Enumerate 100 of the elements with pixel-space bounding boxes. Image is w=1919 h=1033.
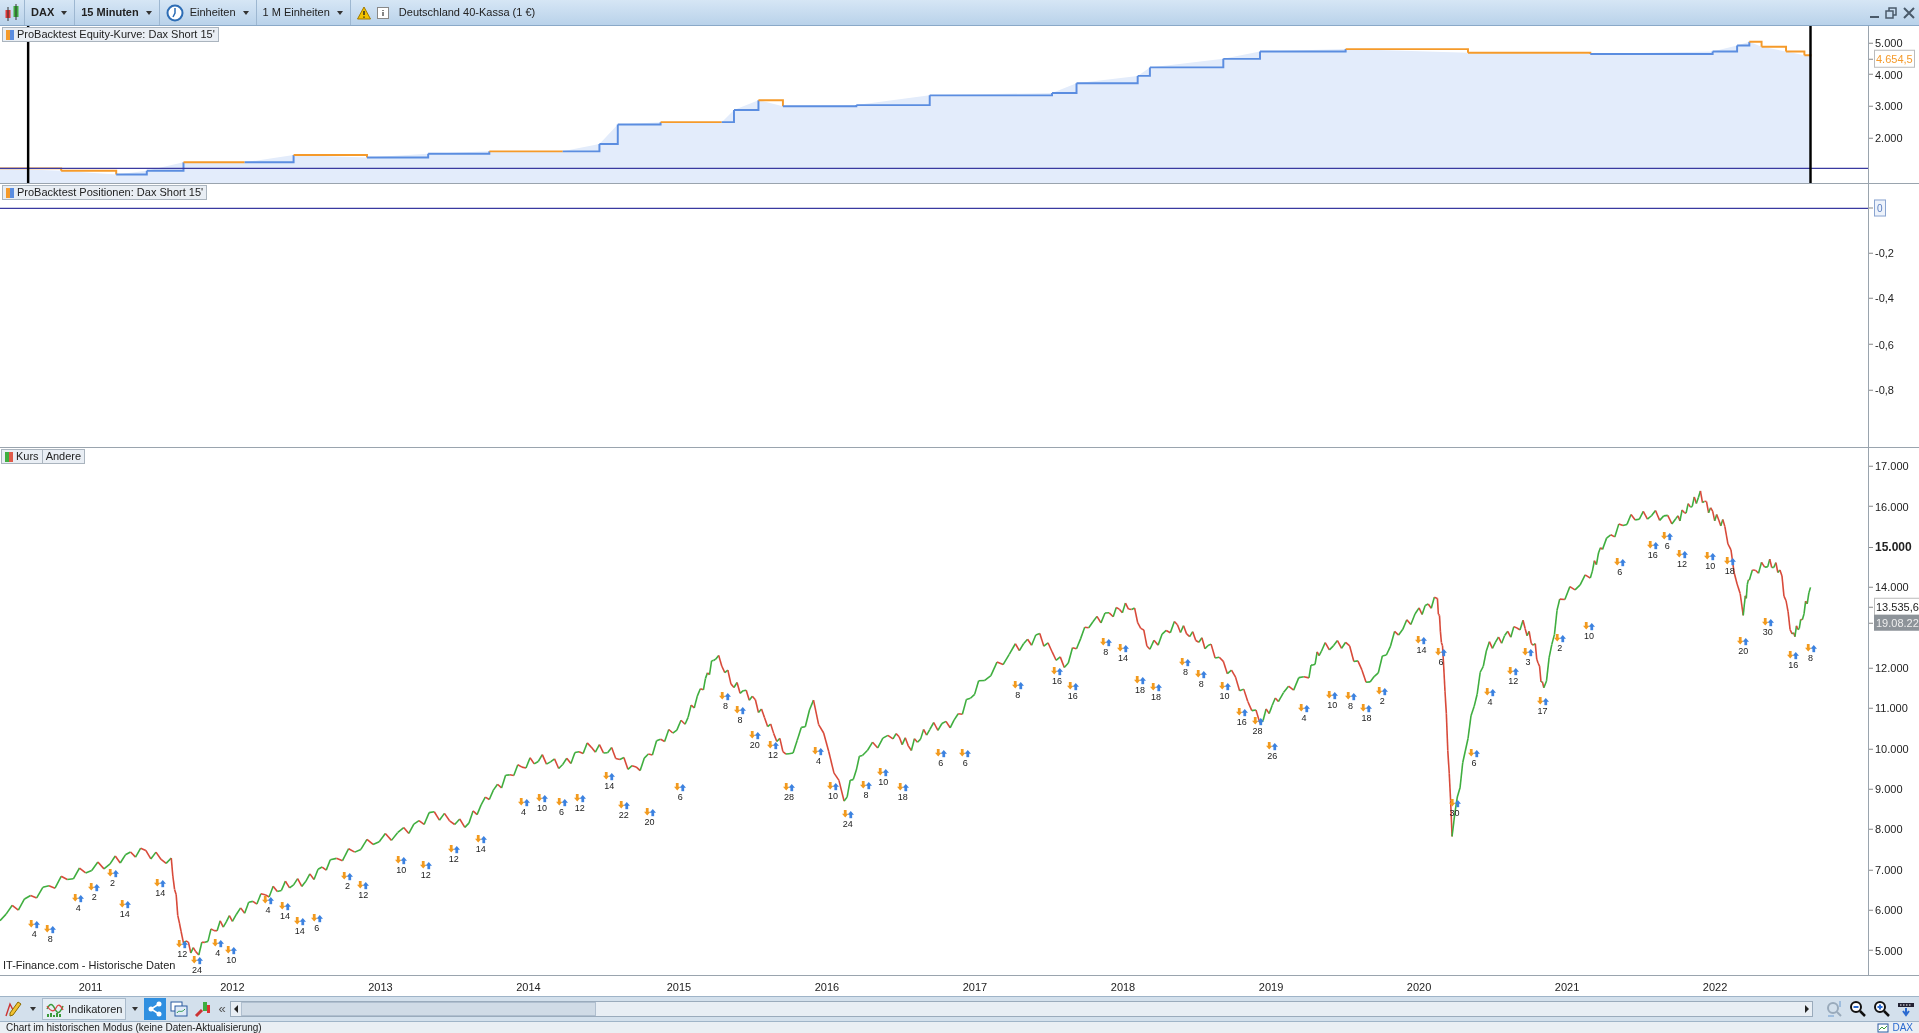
trade-arrows-icon xyxy=(573,794,586,804)
trade-arrows-icon xyxy=(896,783,909,793)
scroll-right-icon[interactable] xyxy=(1802,1003,1812,1015)
trade-count: 6 xyxy=(1438,656,1444,667)
year-label: 2013 xyxy=(368,980,393,995)
windows-button[interactable] xyxy=(168,998,191,1020)
trade-arrows-icon xyxy=(1344,691,1357,701)
legend-tab[interactable]: Andere xyxy=(41,449,86,464)
trade-arrows-icon xyxy=(1661,531,1674,541)
legend-swatch-icon xyxy=(6,29,14,40)
trade-count: 4 xyxy=(1487,696,1493,707)
trade-count: 6 xyxy=(962,757,968,768)
trade-arrows-icon xyxy=(1298,703,1311,713)
trade-count: 24 xyxy=(842,819,853,830)
trade-count: 6 xyxy=(1664,540,1670,551)
trade-arrows-icon xyxy=(841,810,854,820)
caret-icon xyxy=(335,8,344,17)
trade-arrows-icon xyxy=(1066,681,1079,691)
year-label: 2019 xyxy=(1258,980,1284,995)
trade-count: 8 xyxy=(1182,666,1188,677)
trade-arrows-icon xyxy=(395,855,408,865)
axis-label: 5.000 xyxy=(1875,943,1903,959)
trade-count: 10 xyxy=(828,790,839,801)
value-badge: 0 xyxy=(1874,199,1886,217)
trade-arrows-icon xyxy=(1218,681,1231,691)
axis-label: 17.000 xyxy=(1875,459,1909,475)
trade-arrows-icon xyxy=(154,878,167,888)
restore-icon[interactable] xyxy=(1885,6,1897,19)
trade-count: 14 xyxy=(294,925,305,936)
trade-count: 10 xyxy=(536,803,547,814)
trade-arrows-icon xyxy=(1676,549,1689,559)
axis-label: 15.000 xyxy=(1875,539,1912,557)
toolbar-dropdown[interactable]: DAX xyxy=(24,0,75,25)
toolbar-dropdown[interactable]: Einheiten xyxy=(158,0,256,25)
trade-arrows-icon xyxy=(1737,636,1750,646)
axis-label: 4.000 xyxy=(1875,67,1903,83)
trade-count: 22 xyxy=(618,809,629,820)
indicators-button[interactable]: Indikatoren xyxy=(42,998,127,1020)
symbol-link[interactable]: DAX xyxy=(1892,1022,1913,1033)
trade-arrows-icon xyxy=(357,881,370,890)
panel-title: ProBacktest Positionen: Dax Short 15' xyxy=(2,185,208,200)
caret-icon xyxy=(131,1005,140,1013)
trade-count: 10 xyxy=(878,776,889,787)
trade-count: 6 xyxy=(314,923,320,933)
warning-icon[interactable] xyxy=(356,5,371,20)
toolbar-dropdown[interactable]: 15 Minuten xyxy=(74,0,159,25)
trade-arrows-icon xyxy=(719,691,732,701)
axis-label: 5.000 xyxy=(1875,35,1903,51)
legend-swatch-icon xyxy=(5,451,13,462)
trade-count: 4 xyxy=(75,902,81,913)
toolbar-dropdown[interactable]: 1 M Einheiten xyxy=(255,0,350,25)
trade-count: 18 xyxy=(897,792,908,803)
close-icon[interactable] xyxy=(1903,6,1915,19)
trade-count: 3 xyxy=(1525,656,1531,667)
trade-count: 12 xyxy=(1677,558,1688,569)
trade-count: 8 xyxy=(1103,646,1109,657)
trade-arrows-icon xyxy=(190,955,203,965)
trade-count: 6 xyxy=(559,806,564,817)
trade-arrows-icon xyxy=(1704,552,1717,562)
trade-count: 17 xyxy=(1537,705,1548,716)
trade-count: 8 xyxy=(1348,700,1354,711)
trade-arrows-icon xyxy=(1235,707,1248,717)
axis-label: 8.000 xyxy=(1875,822,1903,838)
trade-count: 10 xyxy=(1327,699,1338,710)
trade-arrows-icon xyxy=(419,860,432,870)
trade-arrows-icon xyxy=(225,945,238,955)
info-icon[interactable] xyxy=(376,6,389,19)
trade-arrows-icon xyxy=(1484,687,1496,697)
axis-label: 7.000 xyxy=(1875,862,1903,878)
trade-count: 28 xyxy=(1252,726,1263,737)
axis-label: 6.000 xyxy=(1875,902,1903,918)
trade-arrows-icon xyxy=(1583,621,1596,631)
trade-count: 24 xyxy=(191,964,202,975)
trade-arrows-icon xyxy=(1099,637,1112,647)
trade-arrows-icon xyxy=(474,834,487,844)
trade-arrows-icon xyxy=(617,800,630,810)
year-label: 2012 xyxy=(220,980,245,995)
trade-count: 4 xyxy=(31,929,37,940)
candlestick-icon[interactable] xyxy=(4,3,20,22)
trade-count: 6 xyxy=(677,792,683,803)
trade-arrows-icon xyxy=(1787,651,1800,661)
trade-arrows-icon xyxy=(1613,558,1626,568)
trade-arrows-icon xyxy=(1050,667,1063,676)
trade-arrows-icon xyxy=(211,938,224,948)
trade-count: 16 xyxy=(1788,660,1799,671)
horizontal-scrollbar[interactable] xyxy=(229,1001,1813,1017)
scrollbar-thumb[interactable] xyxy=(240,1002,596,1016)
trade-arrows-icon xyxy=(674,783,687,793)
collapse-button[interactable]: « xyxy=(216,998,228,1020)
trade-arrows-icon xyxy=(603,772,616,782)
trade-count: 8 xyxy=(1015,689,1021,700)
trade-count: 28 xyxy=(784,792,795,803)
year-label: 2017 xyxy=(962,980,988,995)
axis-label: 14.000 xyxy=(1875,580,1909,596)
value-badge: 4.654,5 xyxy=(1874,49,1915,69)
legend-tab[interactable]: Kurs xyxy=(1,449,43,464)
trade-arrows-icon xyxy=(1376,686,1389,696)
trade-count: 8 xyxy=(722,700,728,711)
axis-label: -0,8 xyxy=(1875,382,1894,398)
trade-count: 14 xyxy=(475,843,486,854)
